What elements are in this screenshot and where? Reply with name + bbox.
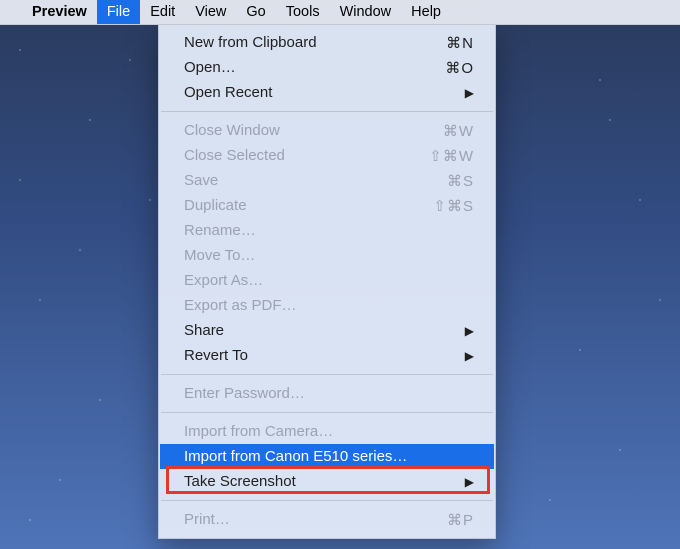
menu-item-take-screenshot[interactable]: Take Screenshot ▶ [160, 469, 494, 494]
menu-item-shortcut: ⇧⌘W [404, 147, 474, 165]
menu-item-label: Take Screenshot [184, 473, 465, 490]
file-menu-dropdown: New from Clipboard ⌘N Open… ⌘O Open Rece… [158, 25, 496, 539]
menu-item-import-from-camera: Import from Camera… [160, 419, 494, 444]
menu-item-print: Print… ⌘P [160, 507, 494, 532]
menu-separator [161, 500, 493, 501]
menu-help[interactable]: Help [401, 0, 451, 24]
menu-item-shortcut: ⌘N [404, 34, 474, 52]
menu-item-shortcut: ⌘S [404, 172, 474, 190]
menubar: Preview File Edit View Go Tools Window H… [0, 0, 680, 25]
menu-item-rename: Rename… [160, 218, 494, 243]
submenu-arrow-icon: ▶ [465, 86, 474, 100]
menu-item-shortcut: ⇧⌘S [404, 197, 474, 215]
menu-item-shortcut: ⌘P [404, 511, 474, 529]
menu-file[interactable]: File [97, 0, 140, 24]
menu-item-label: Revert To [184, 347, 465, 364]
menu-item-label: Close Window [184, 122, 404, 139]
menu-item-duplicate: Duplicate ⇧⌘S [160, 193, 494, 218]
menu-item-label: Import from Canon E510 series… [184, 448, 474, 465]
menu-item-move-to: Move To… [160, 243, 494, 268]
menu-item-label: Duplicate [184, 197, 404, 214]
menu-window[interactable]: Window [330, 0, 402, 24]
menu-item-export-as-pdf: Export as PDF… [160, 293, 494, 318]
menu-item-revert-to[interactable]: Revert To ▶ [160, 343, 494, 368]
menu-view[interactable]: View [185, 0, 236, 24]
menu-item-new-from-clipboard[interactable]: New from Clipboard ⌘N [160, 30, 494, 55]
menu-item-label: Export as PDF… [184, 297, 474, 314]
menu-item-close-window: Close Window ⌘W [160, 118, 494, 143]
menu-tools[interactable]: Tools [276, 0, 330, 24]
menu-item-label: New from Clipboard [184, 34, 404, 51]
menu-item-label: Open… [184, 59, 404, 76]
submenu-arrow-icon: ▶ [465, 324, 474, 338]
app-menu[interactable]: Preview [22, 0, 97, 24]
menu-separator [161, 374, 493, 375]
menu-item-open-recent[interactable]: Open Recent ▶ [160, 80, 494, 105]
menu-item-label: Enter Password… [184, 385, 474, 402]
menu-item-share[interactable]: Share ▶ [160, 318, 494, 343]
menu-item-label: Close Selected [184, 147, 404, 164]
menu-item-shortcut: ⌘W [404, 122, 474, 140]
submenu-arrow-icon: ▶ [465, 475, 474, 489]
submenu-arrow-icon: ▶ [465, 349, 474, 363]
menu-separator [161, 412, 493, 413]
menu-edit[interactable]: Edit [140, 0, 185, 24]
menu-item-open[interactable]: Open… ⌘O [160, 55, 494, 80]
menu-item-label: Save [184, 172, 404, 189]
menu-item-label: Export As… [184, 272, 474, 289]
menu-item-label: Rename… [184, 222, 474, 239]
menu-item-label: Import from Camera… [184, 423, 474, 440]
menu-item-label: Move To… [184, 247, 474, 264]
menu-item-import-from-scanner[interactable]: Import from Canon E510 series… [160, 444, 494, 469]
menu-item-save: Save ⌘S [160, 168, 494, 193]
menu-item-label: Open Recent [184, 84, 465, 101]
menu-item-shortcut: ⌘O [404, 59, 474, 77]
menu-item-export-as: Export As… [160, 268, 494, 293]
menu-item-label: Share [184, 322, 465, 339]
menu-item-label: Print… [184, 511, 404, 528]
menu-item-close-selected: Close Selected ⇧⌘W [160, 143, 494, 168]
menu-separator [161, 111, 493, 112]
menu-go[interactable]: Go [236, 0, 275, 24]
menu-item-enter-password: Enter Password… [160, 381, 494, 406]
